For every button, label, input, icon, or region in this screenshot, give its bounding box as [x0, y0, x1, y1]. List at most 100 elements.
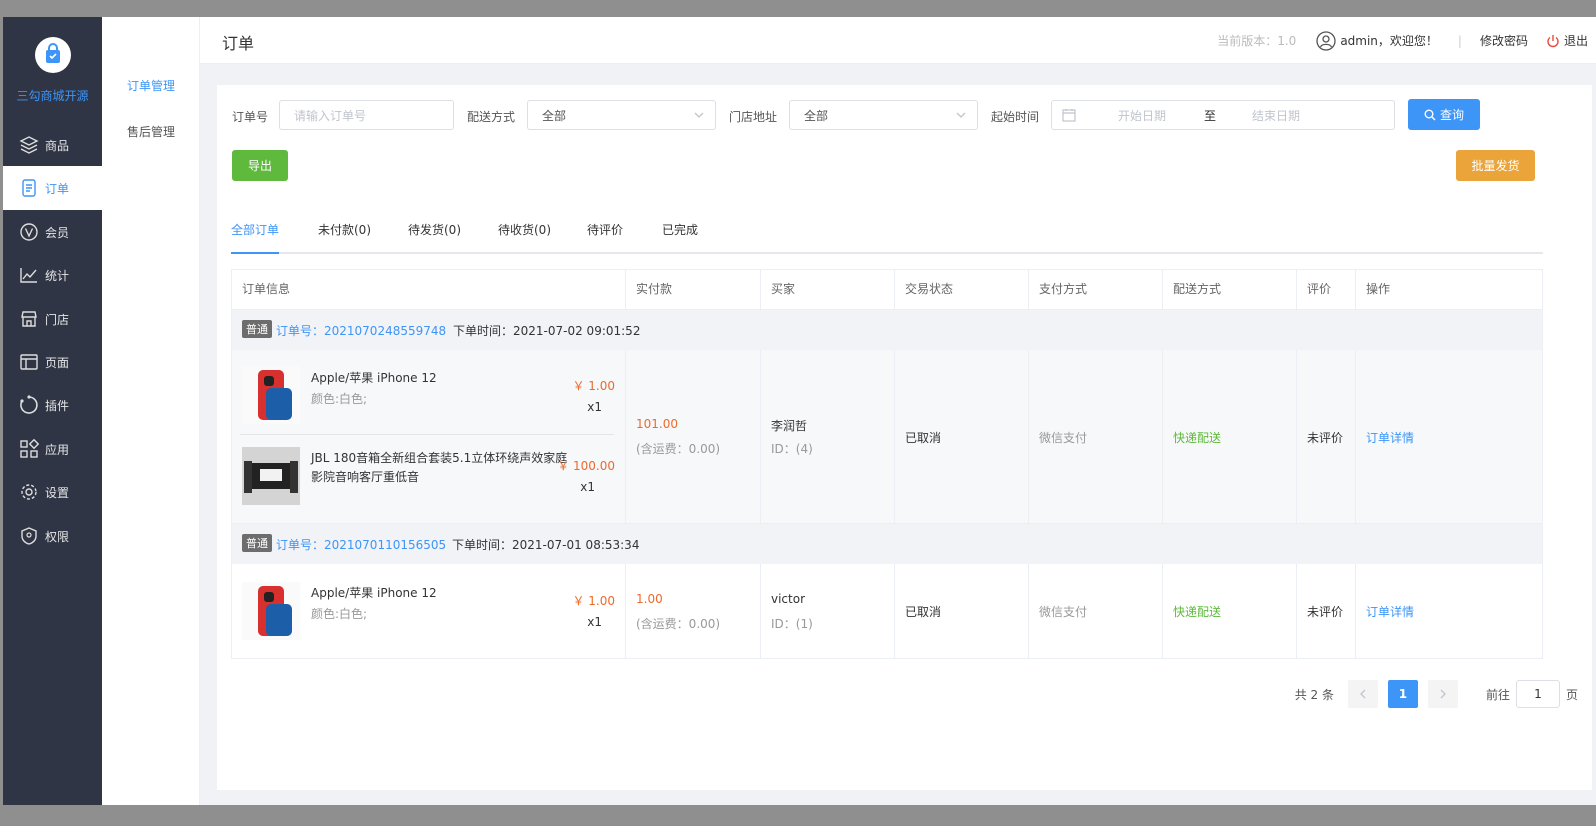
- delivery-text: 快递配送: [1173, 605, 1222, 619]
- delivery-text: 快递配送: [1173, 431, 1222, 445]
- action-cell: 订单详情: [1356, 350, 1543, 523]
- store-select-value: 全部: [804, 108, 829, 123]
- goto-label: 前往: [1485, 687, 1510, 702]
- order-detail-link[interactable]: 订单详情: [1366, 603, 1414, 620]
- order-header-row: 普通 订单号：2021070248559748 下单时间：2021-07-02 …: [232, 310, 1542, 350]
- change-password-link[interactable]: 修改密码: [1480, 32, 1528, 49]
- page-title: 订单: [222, 34, 255, 53]
- delivery-cell: 快递配送: [1163, 350, 1297, 523]
- batch-ship-button[interactable]: 批量发货: [1456, 150, 1535, 181]
- nav-item-settings[interactable]: 设置: [3, 470, 102, 514]
- buyer-name: victor: [771, 592, 806, 606]
- page-icon: [20, 354, 38, 370]
- brand-name: 三勾商城开源: [16, 89, 89, 103]
- tab-completed[interactable]: 已完成: [662, 221, 698, 254]
- tab-unpaid[interactable]: 未付款(0): [318, 221, 371, 254]
- nav-item-label: 会员: [45, 225, 70, 240]
- product-price: ￥ 1.00: [572, 594, 615, 608]
- order-icon: [22, 179, 36, 197]
- start-date-input[interactable]: 开始日期: [1118, 107, 1166, 124]
- order-list-card: 订单号 请输入订单号 配送方式 全部 门店地址 全部 起始时间 开始日期 至 结…: [217, 85, 1592, 790]
- search-button[interactable]: 查询: [1408, 99, 1480, 130]
- pay-method-cell: 微信支付: [1029, 564, 1163, 658]
- delivery-select[interactable]: 全部: [527, 100, 716, 130]
- order-no-input[interactable]: 请输入订单号: [279, 100, 454, 130]
- col-header-paid: 实付款: [626, 270, 761, 310]
- table-row: Apple/苹果 iPhone 12 颜色:白色; ￥ 1.00 x1 JBL …: [232, 350, 1542, 524]
- nav-item-apps[interactable]: 应用: [3, 427, 102, 471]
- order-status-tabs: 全部订单 未付款(0) 待发货(0) 待收货(0) 待评价 已完成: [231, 221, 1543, 254]
- nav-item-plugin[interactable]: 插件: [3, 383, 102, 427]
- nav-item-stats[interactable]: 统计: [3, 253, 102, 297]
- next-page-button[interactable]: [1427, 680, 1458, 708]
- status-cell: 已取消: [895, 350, 1029, 523]
- tab-to-ship[interactable]: 待发货(0): [408, 221, 461, 254]
- action-cell: 订单详情: [1356, 564, 1543, 658]
- store-label: 门店地址: [729, 110, 778, 124]
- product-qty: x1: [587, 615, 602, 629]
- page-number-button[interactable]: 1: [1387, 680, 1418, 708]
- logout-label: 退出: [1563, 34, 1588, 48]
- gear-icon: [21, 484, 37, 500]
- paid-amount: 101.00: [636, 417, 678, 431]
- layers-icon: [19, 136, 39, 154]
- goto-page-input[interactable]: 1: [1515, 680, 1560, 708]
- tab-to-review[interactable]: 待评价: [587, 221, 623, 254]
- nav-item-label: 订单: [45, 181, 70, 196]
- plugin-icon: [20, 395, 38, 414]
- product-qty: x1: [587, 400, 602, 414]
- nav-item-order[interactable]: 订单: [3, 166, 102, 210]
- nav-item-store[interactable]: 门店: [3, 297, 102, 341]
- delivery-label: 配送方式: [467, 110, 516, 124]
- top-header: 订单 当前版本：1.0 admin，欢迎您！ | 修改密码 退出: [200, 17, 1596, 64]
- buyer-id: ID：(1): [771, 617, 813, 631]
- product-name: Apple/苹果 iPhone 12: [311, 586, 437, 600]
- chevron-left-icon: [1360, 689, 1366, 699]
- end-date-input[interactable]: 结束日期: [1252, 107, 1300, 124]
- store-select[interactable]: 全部: [789, 100, 978, 130]
- nav-item-label: 商品: [45, 138, 70, 153]
- product-image: [242, 447, 300, 505]
- nav-item-label: 权限: [45, 529, 70, 544]
- pay-method-text: 微信支付: [1039, 605, 1088, 619]
- nav-item-label: 设置: [45, 485, 70, 500]
- nav-item-permission[interactable]: 权限: [3, 514, 102, 558]
- chart-icon: [20, 268, 37, 283]
- order-detail-link[interactable]: 订单详情: [1366, 429, 1414, 446]
- product-price: ￥ 100.00: [557, 459, 615, 473]
- nav-item-page[interactable]: 页面: [3, 340, 102, 384]
- date-range-picker[interactable]: 开始日期 至 结束日期: [1051, 100, 1395, 130]
- submenu-after-sale[interactable]: 售后管理: [127, 123, 175, 140]
- nav-item-goods[interactable]: 商品: [3, 123, 102, 167]
- calendar-icon: [1062, 109, 1076, 122]
- table-header: 订单信息 实付款 买家 交易状态 支付方式 配送方式 评价 操作: [232, 270, 1542, 310]
- submenu-order-manage[interactable]: 订单管理: [127, 77, 175, 94]
- export-button[interactable]: 导出: [232, 150, 288, 181]
- buyer-name: 李润哲: [771, 419, 808, 433]
- pay-method-cell: 微信支付: [1029, 350, 1163, 523]
- store-icon: [21, 311, 37, 327]
- col-header-order-info: 订单信息: [232, 270, 626, 310]
- nav-item-member[interactable]: 会员: [3, 210, 102, 254]
- order-header-row: 普通 订单号：2021070110156505 下单时间：2021-07-01 …: [232, 524, 1542, 564]
- order-number: 订单号：2021070248559748: [276, 324, 447, 338]
- search-icon: [1424, 109, 1436, 120]
- tab-all-orders[interactable]: 全部订单: [231, 221, 279, 254]
- header-divider: |: [1457, 33, 1462, 48]
- user-greeting: admin，欢迎您！: [1340, 34, 1438, 48]
- tab-to-receive[interactable]: 待收货(0): [498, 221, 551, 254]
- col-header-status: 交易状态: [895, 270, 1029, 310]
- buyer-cell: victor ID：(1): [761, 564, 895, 658]
- delivery-select-value: 全部: [542, 108, 567, 123]
- order-number: 订单号：2021070110156505: [276, 538, 447, 552]
- logout-button[interactable]: 退出: [1546, 32, 1588, 49]
- user-info[interactable]: admin，欢迎您！: [1316, 30, 1438, 51]
- col-header-action: 操作: [1366, 282, 1391, 296]
- sub-sidebar: 订单管理 售后管理: [102, 17, 200, 805]
- order-info-cell: Apple/苹果 iPhone 12 颜色:白色; ￥ 1.00 x1 JBL …: [232, 350, 626, 523]
- review-cell: 未评价: [1297, 350, 1356, 523]
- buyer-id: ID：(4): [771, 442, 813, 456]
- prev-page-button[interactable]: [1347, 680, 1378, 708]
- product-divider: [240, 434, 614, 435]
- product-name: JBL 180音箱全新组合套装5.1立体环绕声效家庭影院音响客厅重低音: [311, 451, 568, 484]
